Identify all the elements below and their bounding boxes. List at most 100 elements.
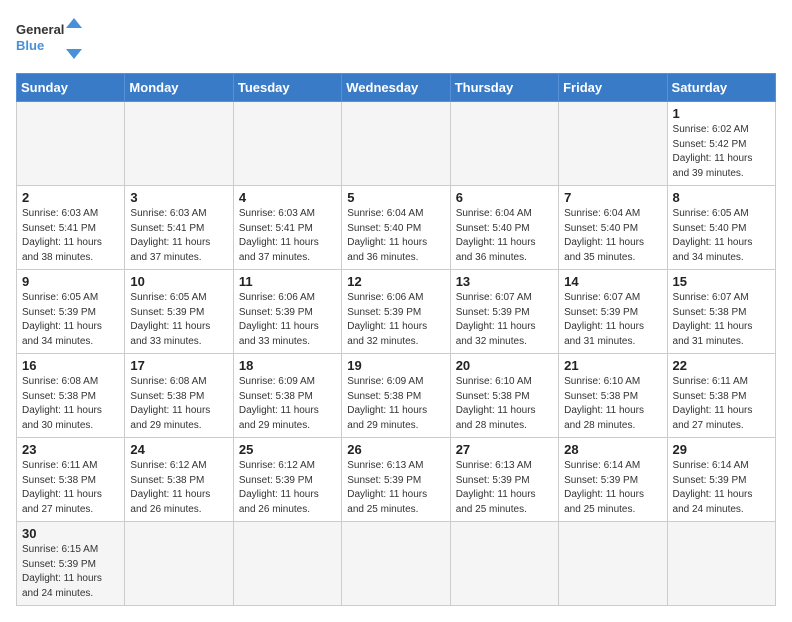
weekday-header-tuesday: Tuesday (233, 74, 341, 102)
day-cell-9: 9 Sunrise: 6:05 AMSunset: 5:39 PMDaylight… (17, 270, 125, 354)
calendar-row: 16 Sunrise: 6:08 AMSunset: 5:38 PMDayligh… (17, 354, 776, 438)
calendar-row: 9 Sunrise: 6:05 AMSunset: 5:39 PMDaylight… (17, 270, 776, 354)
day-number: 20 (456, 358, 553, 373)
day-info: Sunrise: 6:12 AMSunset: 5:38 PMDaylight:… (130, 459, 227, 517)
day-info: Sunrise: 6:07 AMSunset: 5:39 PMDaylight:… (456, 291, 553, 349)
day-cell-8: 8 Sunrise: 6:05 AMSunset: 5:40 PMDaylight… (667, 186, 775, 270)
day-number: 15 (673, 274, 770, 289)
day-info: Sunrise: 6:05 AMSunset: 5:39 PMDaylight:… (22, 291, 119, 349)
day-number: 12 (347, 274, 444, 289)
empty-cell (450, 522, 558, 606)
day-number: 2 (22, 190, 119, 205)
day-number: 29 (673, 442, 770, 457)
day-cell-28: 28Sunrise: 6:14 AMSunset: 5:39 PMDayligh… (559, 438, 667, 522)
day-cell-1: 1Sunrise: 6:02 AMSunset: 5:42 PMDaylight… (667, 102, 775, 186)
day-number: 23 (22, 442, 119, 457)
day-info: Sunrise: 6:12 AMSunset: 5:39 PMDaylight:… (239, 459, 336, 517)
day-info: Sunrise: 6:03 AMSunset: 5:41 PMDaylight:… (130, 207, 227, 265)
day-info: Sunrise: 6:10 AMSunset: 5:38 PMDaylight:… (564, 375, 661, 433)
empty-cell (233, 522, 341, 606)
day-info: Sunrise: 6:11 AMSunset: 5:38 PMDaylight:… (673, 375, 770, 433)
empty-cell (125, 522, 233, 606)
day-info: Sunrise: 6:02 AMSunset: 5:42 PMDaylight:… (673, 123, 770, 181)
day-cell-26: 26 Sunrise: 6:13 AMSunset: 5:39 PMDayligh… (342, 438, 450, 522)
day-number: 4 (239, 190, 336, 205)
page-header: General Blue (16, 16, 776, 61)
day-number: 17 (130, 358, 227, 373)
day-number: 30 (22, 526, 119, 541)
calendar-table: SundayMondayTuesdayWednesdayThursdayFrid… (16, 73, 776, 606)
day-cell-16: 16 Sunrise: 6:08 AMSunset: 5:38 PMDayligh… (17, 354, 125, 438)
day-info: Sunrise: 6:04 AMSunset: 5:40 PMDaylight:… (456, 207, 553, 265)
day-info: Sunrise: 6:04 AMSunset: 5:40 PMDaylight:… (347, 207, 444, 265)
day-number: 9 (22, 274, 119, 289)
day-cell-7: 7Sunrise: 6:04 AMSunset: 5:40 PMDaylight… (559, 186, 667, 270)
day-cell-15: 15Sunrise: 6:07 AMSunset: 5:38 PMDayligh… (667, 270, 775, 354)
weekday-header-wednesday: Wednesday (342, 74, 450, 102)
day-cell-22: 22 Sunrise: 6:11 AMSunset: 5:38 PMDayligh… (667, 354, 775, 438)
day-cell-29: 29Sunrise: 6:14 AMSunset: 5:39 PMDayligh… (667, 438, 775, 522)
empty-cell (342, 522, 450, 606)
logo-svg: General Blue (16, 16, 86, 61)
weekday-header-friday: Friday (559, 74, 667, 102)
svg-text:General: General (16, 22, 64, 37)
day-cell-20: 20Sunrise: 6:10 AMSunset: 5:38 PMDayligh… (450, 354, 558, 438)
day-info: Sunrise: 6:15 AMSunset: 5:39 PMDaylight:… (22, 543, 119, 601)
day-info: Sunrise: 6:14 AMSunset: 5:39 PMDaylight:… (564, 459, 661, 517)
day-info: Sunrise: 6:03 AMSunset: 5:41 PMDaylight:… (22, 207, 119, 265)
day-info: Sunrise: 6:09 AMSunset: 5:38 PMDaylight:… (347, 375, 444, 433)
day-info: Sunrise: 6:05 AMSunset: 5:39 PMDaylight:… (130, 291, 227, 349)
day-cell-19: 19 Sunrise: 6:09 AMSunset: 5:38 PMDayligh… (342, 354, 450, 438)
day-info: Sunrise: 6:13 AMSunset: 5:39 PMDaylight:… (347, 459, 444, 517)
day-info: Sunrise: 6:11 AMSunset: 5:38 PMDaylight:… (22, 459, 119, 517)
weekday-header-saturday: Saturday (667, 74, 775, 102)
day-cell-11: 11 Sunrise: 6:06 AMSunset: 5:39 PMDayligh… (233, 270, 341, 354)
day-number: 25 (239, 442, 336, 457)
day-number: 16 (22, 358, 119, 373)
calendar-row: 30 Sunrise: 6:15 AMSunset: 5:39 PMDayligh… (17, 522, 776, 606)
day-number: 14 (564, 274, 661, 289)
day-number: 21 (564, 358, 661, 373)
day-number: 3 (130, 190, 227, 205)
day-cell-10: 10 Sunrise: 6:05 AMSunset: 5:39 PMDayligh… (125, 270, 233, 354)
empty-cell (559, 102, 667, 186)
day-number: 13 (456, 274, 553, 289)
day-cell-12: 12Sunrise: 6:06 AMSunset: 5:39 PMDayligh… (342, 270, 450, 354)
day-cell-18: 18 Sunrise: 6:09 AMSunset: 5:38 PMDayligh… (233, 354, 341, 438)
empty-cell (450, 102, 558, 186)
logo: General Blue (16, 16, 86, 61)
day-cell-2: 2 Sunrise: 6:03 AMSunset: 5:41 PMDaylight… (17, 186, 125, 270)
day-info: Sunrise: 6:08 AMSunset: 5:38 PMDaylight:… (130, 375, 227, 433)
day-number: 10 (130, 274, 227, 289)
day-cell-14: 14 Sunrise: 6:07 AMSunset: 5:39 PMDayligh… (559, 270, 667, 354)
day-cell-3: 3 Sunrise: 6:03 AMSunset: 5:41 PMDaylight… (125, 186, 233, 270)
day-number: 8 (673, 190, 770, 205)
weekday-header-row: SundayMondayTuesdayWednesdayThursdayFrid… (17, 74, 776, 102)
day-info: Sunrise: 6:05 AMSunset: 5:40 PMDaylight:… (673, 207, 770, 265)
day-number: 5 (347, 190, 444, 205)
day-info: Sunrise: 6:03 AMSunset: 5:41 PMDaylight:… (239, 207, 336, 265)
day-info: Sunrise: 6:08 AMSunset: 5:38 PMDaylight:… (22, 375, 119, 433)
day-cell-6: 6 Sunrise: 6:04 AMSunset: 5:40 PMDaylight… (450, 186, 558, 270)
day-cell-21: 21 Sunrise: 6:10 AMSunset: 5:38 PMDayligh… (559, 354, 667, 438)
empty-cell (233, 102, 341, 186)
day-cell-25: 25 Sunrise: 6:12 AMSunset: 5:39 PMDayligh… (233, 438, 341, 522)
day-cell-24: 24Sunrise: 6:12 AMSunset: 5:38 PMDayligh… (125, 438, 233, 522)
empty-cell (342, 102, 450, 186)
svg-text:Blue: Blue (16, 38, 44, 53)
day-number: 19 (347, 358, 444, 373)
day-cell-30: 30 Sunrise: 6:15 AMSunset: 5:39 PMDayligh… (17, 522, 125, 606)
day-number: 11 (239, 274, 336, 289)
day-info: Sunrise: 6:09 AMSunset: 5:38 PMDaylight:… (239, 375, 336, 433)
day-cell-17: 17 Sunrise: 6:08 AMSunset: 5:38 PMDayligh… (125, 354, 233, 438)
day-cell-5: 5 Sunrise: 6:04 AMSunset: 5:40 PMDaylight… (342, 186, 450, 270)
day-number: 26 (347, 442, 444, 457)
day-number: 18 (239, 358, 336, 373)
day-cell-23: 23 Sunrise: 6:11 AMSunset: 5:38 PMDayligh… (17, 438, 125, 522)
day-number: 22 (673, 358, 770, 373)
day-cell-27: 27Sunrise: 6:13 AMSunset: 5:39 PMDayligh… (450, 438, 558, 522)
weekday-header-sunday: Sunday (17, 74, 125, 102)
day-number: 6 (456, 190, 553, 205)
day-info: Sunrise: 6:07 AMSunset: 5:39 PMDaylight:… (564, 291, 661, 349)
day-info: Sunrise: 6:06 AMSunset: 5:39 PMDaylight:… (239, 291, 336, 349)
